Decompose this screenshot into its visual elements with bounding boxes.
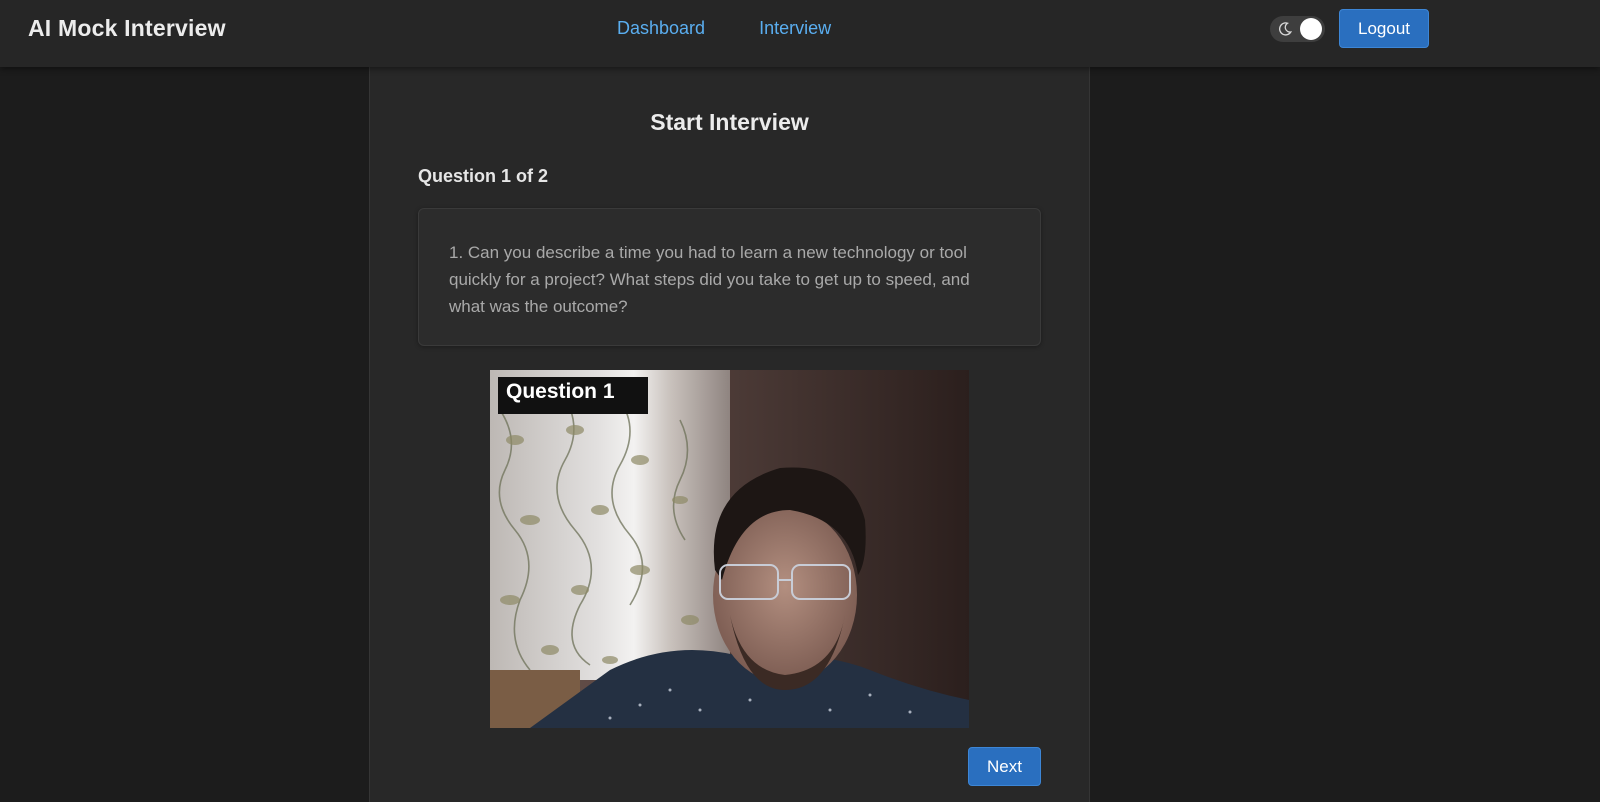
theme-toggle[interactable] — [1270, 16, 1325, 42]
main-nav: Dashboard Interview — [617, 18, 831, 39]
nav-link-interview[interactable]: Interview — [759, 18, 831, 39]
moon-icon — [1279, 22, 1293, 36]
webcam-video: Question 1 — [490, 370, 969, 728]
interview-panel: Start Interview Question 1 of 2 1. Can y… — [369, 67, 1090, 802]
webcam-feed-image — [490, 370, 969, 728]
video-overlay-label: Question 1 — [498, 377, 648, 414]
next-button[interactable]: Next — [968, 747, 1041, 786]
toggle-knob — [1300, 18, 1322, 40]
question-text: 1. Can you describe a time you had to le… — [449, 243, 970, 316]
logout-button[interactable]: Logout — [1339, 9, 1429, 48]
app-brand[interactable]: AI Mock Interview — [28, 15, 226, 42]
nav-link-dashboard[interactable]: Dashboard — [617, 18, 705, 39]
question-counter: Question 1 of 2 — [418, 166, 549, 186]
question-card: 1. Can you describe a time you had to le… — [418, 208, 1041, 346]
top-navbar: AI Mock Interview Dashboard Interview Lo… — [0, 0, 1600, 67]
page-title: Start Interview — [650, 109, 809, 135]
